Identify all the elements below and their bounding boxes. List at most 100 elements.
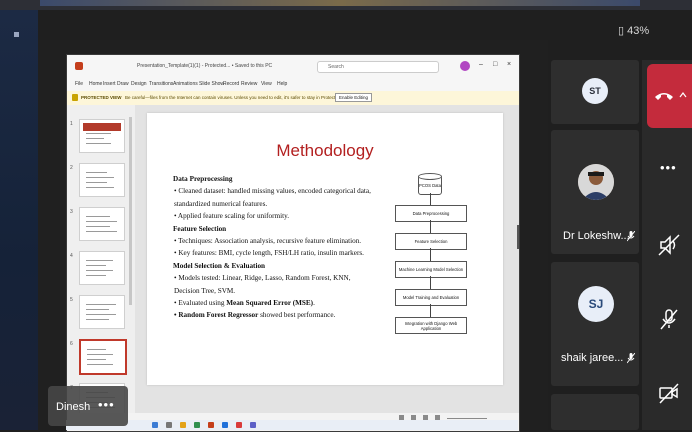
battery-level: 43% xyxy=(627,25,650,37)
flowchart-step: Integration with Django Web Application xyxy=(395,317,467,334)
avatar xyxy=(578,164,614,200)
ribbon-tab-review[interactable]: Review xyxy=(241,81,257,87)
slide-thumbnail[interactable] xyxy=(79,339,127,375)
more-options-icon[interactable]: ••• xyxy=(660,160,677,175)
slide-bullet: • Techniques: Association analysis, recu… xyxy=(174,237,362,246)
mic-off-icon xyxy=(627,231,635,242)
ribbon-tab-slide-show[interactable]: Slide Show xyxy=(199,81,224,87)
slide-scrollbar[interactable] xyxy=(517,225,519,249)
zoom-slider[interactable] xyxy=(447,418,487,419)
slide-title: Methodology xyxy=(276,141,374,160)
top-strip xyxy=(0,0,692,10)
slide-thumbnail[interactable] xyxy=(79,207,125,241)
slide-thumbnail[interactable] xyxy=(79,163,125,197)
ribbon-tab-draw[interactable]: Draw xyxy=(117,81,129,87)
left-frame xyxy=(0,10,38,430)
battery-icon: ▯ xyxy=(618,25,625,37)
app-icon-2[interactable] xyxy=(222,422,228,428)
flowchart-arrow xyxy=(430,304,431,317)
thumbnail-line xyxy=(86,275,106,276)
ribbon-tab-animations[interactable]: Animations xyxy=(173,81,198,87)
ribbon-tab-insert[interactable]: Insert xyxy=(103,81,116,87)
file-explorer-icon[interactable] xyxy=(180,422,186,428)
participant-tile-sj[interactable]: SJ shaik jaree... xyxy=(551,262,639,386)
thumbnail-line xyxy=(86,216,110,217)
close-icon[interactable]: × xyxy=(507,61,511,68)
protected-view-bar: PROTECTED VIEW Be careful—files from the… xyxy=(67,91,519,106)
participant-tile-st[interactable]: ST xyxy=(551,60,639,124)
slide-heading: Data Preprocessing xyxy=(173,175,233,183)
thumbnail-line xyxy=(86,309,109,310)
hang-up-button[interactable] xyxy=(647,64,692,128)
camera-off-icon[interactable] xyxy=(656,380,682,406)
current-slide: Methodology Data Preprocessing • Cleaned … xyxy=(147,113,503,385)
ribbon-tab-transitions[interactable]: Transitions xyxy=(149,81,173,87)
speaker-off-icon[interactable] xyxy=(656,232,682,258)
app-icon-3[interactable] xyxy=(236,422,242,428)
enable-editing-button[interactable]: Enable Editing xyxy=(335,93,373,102)
thumbnail-line xyxy=(87,359,106,360)
thumbnail-line xyxy=(87,349,106,350)
chevron-up-icon[interactable] xyxy=(679,91,687,99)
ppt-search-box[interactable]: Search xyxy=(317,61,439,73)
user-avatar-icon[interactable] xyxy=(460,61,470,71)
thumbnail-number: 4 xyxy=(70,253,73,259)
slide-body: Data Preprocessing • Cleaned dataset: han… xyxy=(173,173,373,322)
slide-thumbnail[interactable] xyxy=(79,119,125,153)
ribbon-tab-record[interactable]: Record xyxy=(223,81,239,87)
slide-thumbnail[interactable] xyxy=(79,295,125,329)
slide-bullet: • Models tested: Linear, Ridge, Lasso, R… xyxy=(174,274,351,295)
thumbnail-line xyxy=(86,172,107,173)
presenter-more-icon[interactable]: ••• xyxy=(98,397,115,412)
slide-bullet: • Cleaned dataset: handled missing value… xyxy=(174,187,371,208)
app-icon-4[interactable] xyxy=(250,422,256,428)
participant-tile-lokesh[interactable]: Dr Lokeshw... xyxy=(551,130,639,254)
flowchart-step: Data Preprocessing xyxy=(395,205,467,222)
ribbon-tab-design[interactable]: Design xyxy=(131,81,147,87)
phone-hangup-icon xyxy=(655,93,673,100)
top-strip-band xyxy=(40,0,640,6)
start-icon[interactable] xyxy=(152,422,158,428)
slide-thumbnails-pane: 1234567 xyxy=(67,105,135,417)
slide-bullet: • Random Forest Regressor showed best pe… xyxy=(173,309,373,321)
protected-view-label: PROTECTED VIEW xyxy=(81,95,122,100)
avatar: ST xyxy=(582,78,608,104)
person-photo-icon xyxy=(578,164,614,200)
thumbnail-banner xyxy=(83,123,121,131)
windows-taskbar xyxy=(66,420,518,430)
thumbnail-line xyxy=(86,143,111,144)
mse-suffix: . xyxy=(313,299,315,308)
mic-off-icon xyxy=(627,353,635,364)
minimize-icon[interactable]: – xyxy=(479,61,483,68)
thumbnail-line xyxy=(86,177,114,178)
shield-icon xyxy=(72,94,78,101)
ribbon-tab-help[interactable]: Help xyxy=(277,81,287,87)
thumbnail-line xyxy=(86,265,106,266)
powerpoint-logo-icon xyxy=(75,62,83,70)
thumbnail-line xyxy=(86,304,116,305)
thumbnail-line xyxy=(86,231,117,232)
ribbon-tab-file[interactable]: File xyxy=(75,81,83,87)
mic-off-icon[interactable] xyxy=(656,306,682,332)
flowchart-arrow xyxy=(430,220,431,233)
ribbon-tab-home[interactable]: Home xyxy=(89,81,102,87)
rf-suffix: showed best performance. xyxy=(258,311,336,320)
participant-tile-partial[interactable] xyxy=(551,394,639,430)
presenter-label[interactable]: Dinesh ••• xyxy=(48,386,128,426)
ppt-search-label: Search xyxy=(328,64,344,70)
slide-thumbnail[interactable] xyxy=(79,251,125,285)
thumbnail-line xyxy=(86,319,109,320)
flowchart-step: Model Training and Evaluation xyxy=(395,289,467,306)
thumbnails-scrollbar[interactable] xyxy=(129,117,132,305)
thumbnail-line xyxy=(87,364,113,365)
thumbnail-line xyxy=(86,182,107,183)
presenter-name: Dinesh xyxy=(56,401,91,413)
powerpoint-taskbar-icon[interactable] xyxy=(208,422,214,428)
search-icon[interactable] xyxy=(166,422,172,428)
maximize-icon[interactable]: □ xyxy=(493,61,497,68)
thumbnail-number: 2 xyxy=(70,165,73,171)
ribbon-tab-view[interactable]: View xyxy=(261,81,272,87)
powerpoint-window: Presentation_Template(1)(1) - Protected.… xyxy=(66,54,520,432)
thumbnail-line xyxy=(86,187,114,188)
app-icon-1[interactable] xyxy=(194,422,200,428)
